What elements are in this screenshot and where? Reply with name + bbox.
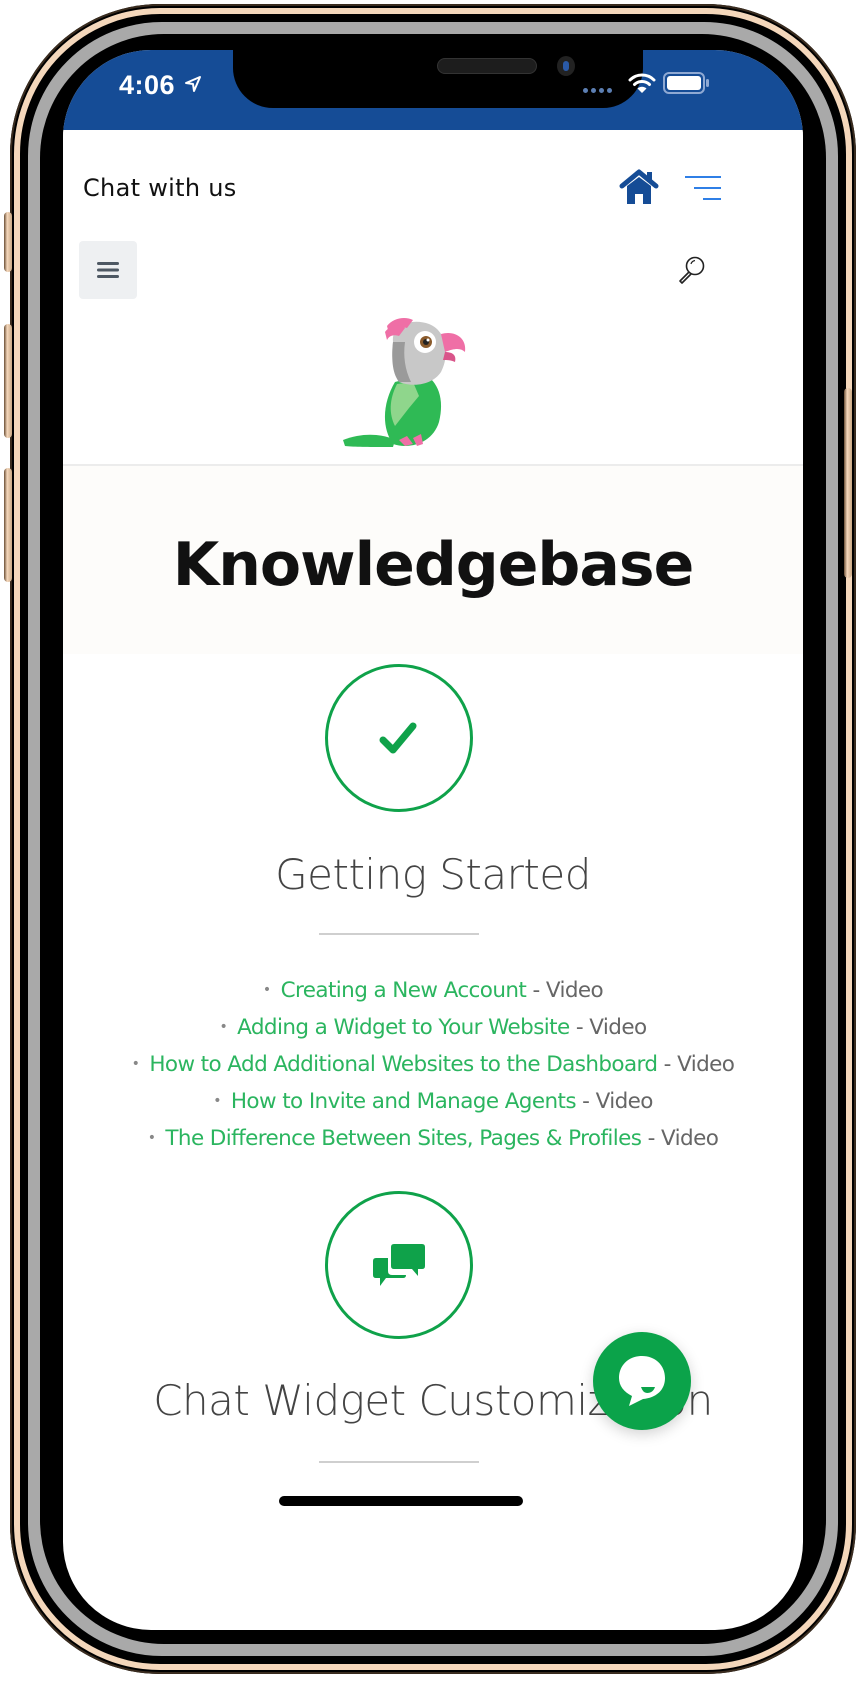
article-suffix: - Video — [575, 1089, 653, 1114]
page-title: Knowledgebase — [172, 530, 695, 600]
speaker — [437, 58, 537, 74]
article-suffix: - Video — [641, 1126, 719, 1151]
menu-lines-icon[interactable] — [685, 174, 721, 202]
battery-icon — [663, 72, 709, 94]
article-suffix: - Video — [526, 978, 604, 1003]
article-suffix: - Video — [657, 1052, 735, 1077]
site-title[interactable]: Chat with us — [83, 174, 237, 202]
status-bar: 4:06 — [63, 50, 803, 130]
volume-down-button — [4, 468, 12, 582]
article-link[interactable]: Adding a Widget to Your Website — [237, 1015, 570, 1040]
category-divider — [319, 933, 479, 935]
power-button — [844, 388, 852, 578]
site-header: Chat with us — [63, 130, 803, 235]
checkmark-icon — [379, 722, 417, 754]
chat-bubble-icon — [619, 1356, 665, 1406]
article-link[interactable]: How to Invite and Manage Agents — [231, 1089, 577, 1114]
toolbar — [63, 235, 803, 305]
category-title[interactable]: Chat Widget Customization — [63, 1376, 803, 1425]
status-time: 4:06 — [119, 70, 176, 100]
front-camera — [557, 56, 575, 76]
cellular-signal-icon — [583, 88, 612, 93]
notch — [233, 50, 643, 108]
chat-widget-button[interactable] — [593, 1332, 691, 1430]
parrot-logo-icon — [343, 318, 466, 447]
list-item: • How to Add Additional Websites to the D… — [63, 1046, 803, 1083]
location-arrow-icon — [185, 76, 201, 92]
bullet: • — [213, 1093, 221, 1109]
search-icon[interactable] — [677, 255, 707, 285]
hero-banner: Knowledgebase — [63, 464, 803, 654]
volume-up-button — [4, 324, 12, 438]
list-item: • How to Invite and Manage Agents - Video — [63, 1083, 803, 1120]
list-item: • Creating a New Account - Video — [63, 972, 803, 1009]
article-link[interactable]: Creating a New Account — [281, 978, 527, 1003]
bullet: • — [131, 1056, 140, 1072]
category-icon-circle[interactable] — [325, 664, 473, 812]
wifi-icon — [628, 73, 656, 93]
phone-screen: 4:06 Chat with us Knowledgebase Getting … — [63, 50, 803, 1630]
bullet: • — [262, 982, 271, 998]
list-item: • The Difference Between Sites, Pages & P… — [63, 1120, 803, 1157]
bullet: • — [219, 1019, 228, 1035]
home-icon[interactable] — [619, 168, 659, 206]
category-title[interactable]: Getting Started — [63, 850, 803, 899]
article-list: • Creating a New Account - Video • Adding … — [63, 972, 803, 1157]
category-icon-circle[interactable] — [325, 1191, 473, 1339]
article-link[interactable]: How to Add Additional Websites to the Da… — [149, 1052, 658, 1077]
hamburger-menu-icon — [97, 262, 119, 278]
chat-bubbles-icon — [373, 1244, 425, 1286]
silent-switch — [4, 212, 12, 272]
hamburger-menu-button[interactable] — [79, 241, 137, 299]
category-divider — [319, 1461, 479, 1463]
article-suffix: - Video — [569, 1015, 647, 1040]
article-link[interactable]: The Difference Between Sites, Pages & Pr… — [165, 1126, 642, 1151]
home-indicator[interactable] — [279, 1496, 523, 1506]
list-item: • Adding a Widget to Your Website - Video — [63, 1009, 803, 1046]
bullet: • — [147, 1130, 156, 1146]
